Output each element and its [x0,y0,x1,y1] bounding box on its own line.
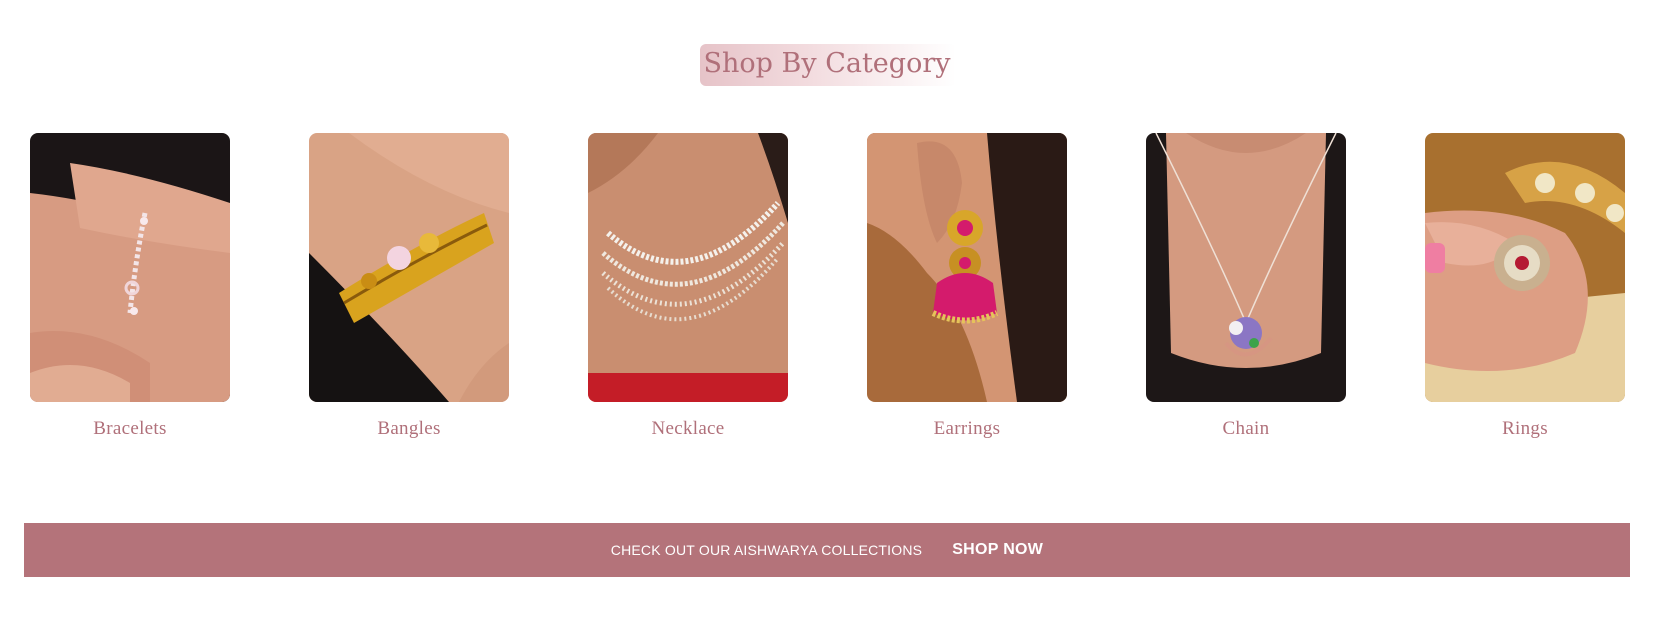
category-card-necklace[interactable]: Necklace [588,133,788,440]
section-title: Shop By Category [699,44,957,86]
category-card-rings[interactable]: Rings [1425,133,1625,440]
earring-image[interactable] [867,133,1067,402]
category-card-bangles[interactable]: Bangles [309,133,509,440]
bangle-image[interactable] [309,133,509,402]
bracelet-image[interactable] [30,133,230,402]
banner-text: CHECK OUT OUR AISHWARYA COLLECTIONS [610,542,923,558]
necklace-image[interactable] [588,133,788,402]
category-label[interactable]: Chain [1223,418,1270,440]
category-label[interactable]: Rings [1502,418,1548,440]
category-label[interactable]: Necklace [651,418,724,440]
category-label[interactable]: Bracelets [93,418,166,440]
shop-now-button[interactable]: SHOP NOW [952,541,1043,559]
category-card-earrings[interactable]: Earrings [867,133,1067,440]
ring-image[interactable] [1425,133,1625,402]
category-label[interactable]: Earrings [934,418,1001,440]
category-card-chain[interactable]: Chain [1146,133,1346,440]
chain-image[interactable] [1146,133,1346,402]
category-card-bracelets[interactable]: Bracelets [30,133,230,440]
category-grid: Bracelets Bangles Necklace Earrings Chai… [30,133,1626,453]
section-header: Shop By Category [0,44,1656,86]
promo-banner: CHECK OUT OUR AISHWARYA COLLECTIONS SHOP… [24,523,1630,577]
category-label[interactable]: Bangles [377,418,440,440]
